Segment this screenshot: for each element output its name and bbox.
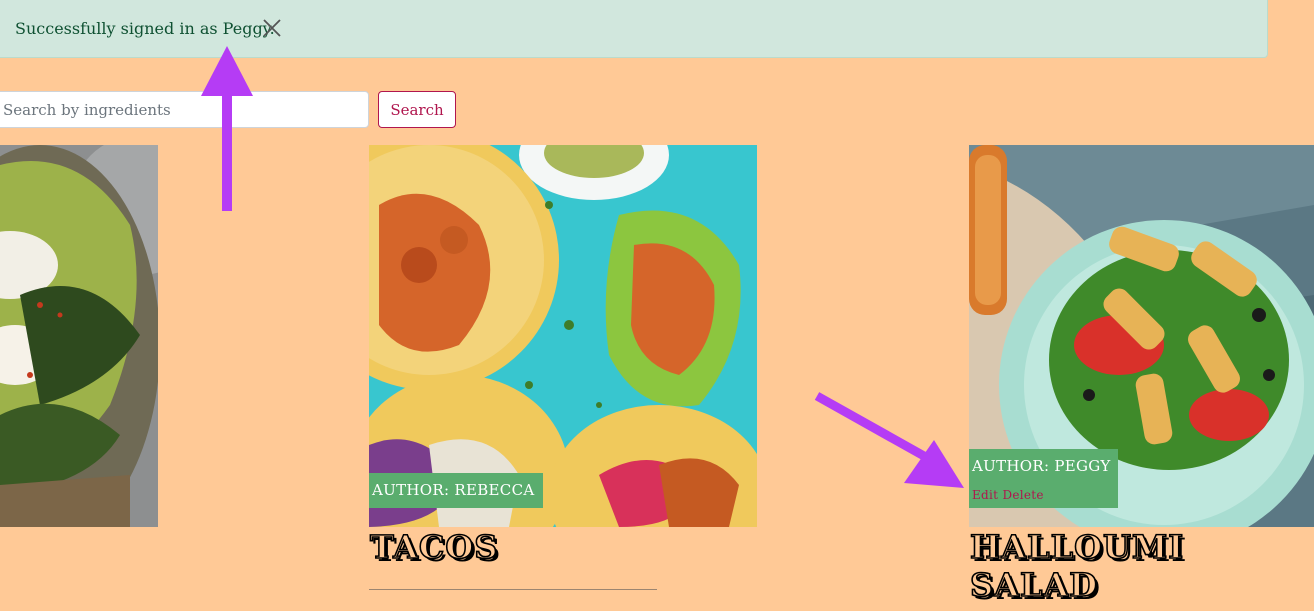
recipe-title-line-2: SALAD bbox=[969, 565, 1099, 605]
annotation-arrow-diagonal-icon bbox=[814, 392, 964, 488]
recipe-image-avocado-toast[interactable] bbox=[0, 145, 158, 527]
recipe-title-tacos[interactable]: TACOS bbox=[369, 527, 498, 567]
author-badge-peggy: AUTHOR: PEGGY Edit Delete bbox=[969, 449, 1118, 508]
edit-link[interactable]: Edit bbox=[972, 488, 998, 502]
close-icon[interactable] bbox=[262, 18, 282, 38]
divider bbox=[369, 589, 657, 590]
annotation-arrow-up-icon bbox=[201, 46, 253, 211]
author-label: AUTHOR: REBECCA bbox=[372, 481, 535, 499]
author-badge-rebecca: AUTHOR: REBECCA bbox=[369, 473, 543, 508]
delete-link[interactable]: Delete bbox=[1002, 488, 1043, 502]
search-input[interactable] bbox=[0, 91, 369, 128]
recipe-title-line-1: HALLOUMI bbox=[969, 527, 1185, 567]
recipe-image-halloumi-salad[interactable]: AUTHOR: PEGGY Edit Delete bbox=[969, 145, 1314, 527]
recipe-title-halloumi-salad[interactable]: HALLOUMI SALAD bbox=[969, 527, 1185, 605]
recipe-image-tacos[interactable]: AUTHOR: REBECCA bbox=[369, 145, 757, 527]
success-alert: Successfully signed in as Peggy. bbox=[0, 0, 1268, 58]
author-label: AUTHOR: PEGGY bbox=[972, 457, 1111, 475]
search-button[interactable]: Search bbox=[378, 91, 456, 128]
alert-message: Successfully signed in as Peggy. bbox=[15, 19, 275, 38]
